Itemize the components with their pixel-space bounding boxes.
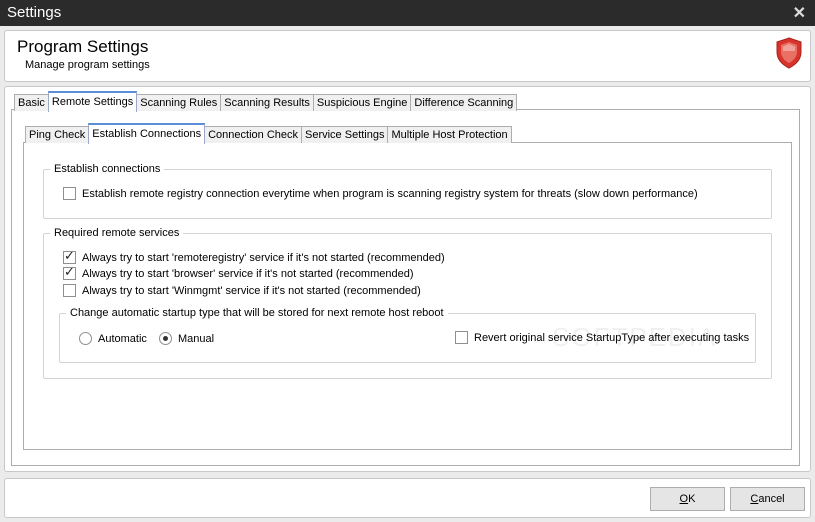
checkbox-box[interactable] bbox=[63, 249, 76, 264]
tab-ping-check[interactable]: Ping Check bbox=[25, 126, 90, 143]
automatic-label: Automatic bbox=[98, 332, 147, 345]
radio-circle[interactable] bbox=[159, 332, 172, 345]
checkbox-box[interactable] bbox=[63, 187, 76, 200]
footer-bar: OK Cancel bbox=[4, 478, 811, 518]
tab-establish-connections[interactable]: Establish Connections bbox=[88, 123, 206, 144]
cancel-label-rest: ancel bbox=[758, 493, 785, 505]
establish-registry-label: Establish remote registry connection eve… bbox=[82, 187, 698, 200]
tab-remote-settings[interactable]: Remote Settings bbox=[47, 91, 138, 112]
required-services-legend: Required remote services bbox=[54, 227, 180, 239]
title-bar: Settings ✕ bbox=[0, 0, 815, 26]
establish-registry-checkbox[interactable]: Establish remote registry connection eve… bbox=[63, 187, 698, 200]
ok-button[interactable]: OK bbox=[650, 487, 725, 511]
tab-scanning-results[interactable]: Scanning Results bbox=[220, 94, 314, 111]
manual-radio[interactable]: Manual bbox=[159, 332, 214, 345]
window-title: Settings bbox=[7, 4, 62, 21]
cancel-button[interactable]: Cancel bbox=[730, 487, 805, 511]
startup-type-legend: Change automatic startup type that will … bbox=[70, 307, 444, 319]
remoteregistry-label: Always try to start 'remoteregistry' ser… bbox=[82, 251, 445, 264]
checkbox-box[interactable] bbox=[63, 265, 76, 280]
page-subtitle: Manage program settings bbox=[25, 59, 150, 71]
tab-multiple-host-protection[interactable]: Multiple Host Protection bbox=[387, 126, 512, 143]
establish-connections-legend: Establish connections bbox=[54, 163, 161, 175]
remoteregistry-checkbox[interactable]: Always try to start 'remoteregistry' ser… bbox=[63, 249, 445, 264]
header-panel: Program Settings Manage program settings bbox=[4, 30, 811, 82]
ok-label-rest: K bbox=[688, 493, 696, 505]
automatic-radio[interactable]: Automatic bbox=[79, 332, 147, 345]
winmgmt-label: Always try to start 'Winmgmt' service if… bbox=[82, 284, 421, 297]
tab-difference-scanning[interactable]: Difference Scanning bbox=[410, 94, 518, 111]
browser-checkbox[interactable]: Always try to start 'browser' service if… bbox=[63, 265, 414, 280]
checkbox-box[interactable] bbox=[63, 284, 76, 297]
watermark: SOFTPEDIA bbox=[552, 322, 718, 352]
outer-tab-strip: Basic Remote Settings Scanning Rules Sca… bbox=[14, 91, 518, 112]
inner-tab-strip: Ping Check Establish Connections Connect… bbox=[25, 123, 512, 144]
tab-basic[interactable]: Basic bbox=[14, 94, 49, 111]
tab-scanning-rules[interactable]: Scanning Rules bbox=[136, 94, 222, 111]
browser-label: Always try to start 'browser' service if… bbox=[82, 267, 414, 280]
checkbox-box[interactable] bbox=[455, 331, 468, 344]
close-icon[interactable]: ✕ bbox=[793, 3, 806, 23]
page-title: Program Settings bbox=[17, 37, 149, 56]
tab-connection-check[interactable]: Connection Check bbox=[204, 126, 302, 143]
manual-label: Manual bbox=[178, 332, 215, 345]
tab-suspicious-engine[interactable]: Suspicious Engine bbox=[312, 94, 412, 111]
radio-circle[interactable] bbox=[79, 332, 92, 345]
ok-mnemonic: O bbox=[679, 493, 689, 505]
shield-icon bbox=[776, 37, 802, 69]
tab-service-settings[interactable]: Service Settings bbox=[301, 126, 389, 143]
winmgmt-checkbox[interactable]: Always try to start 'Winmgmt' service if… bbox=[63, 284, 421, 297]
